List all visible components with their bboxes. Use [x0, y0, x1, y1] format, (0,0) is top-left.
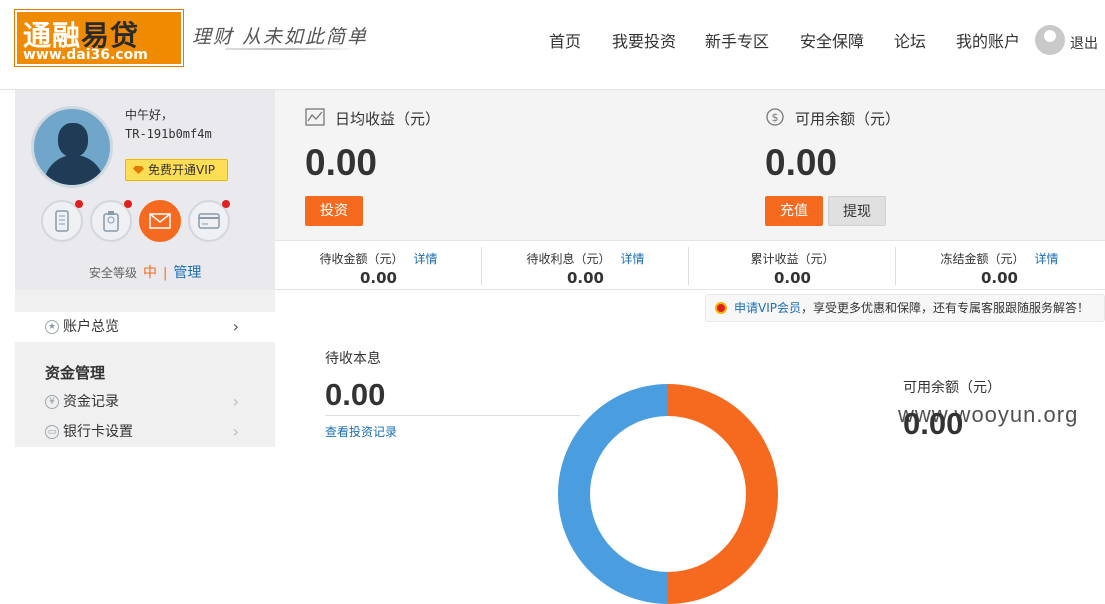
dollar-icon: $	[766, 108, 784, 126]
alert-dot	[75, 200, 83, 208]
credit-card-icon	[198, 213, 220, 229]
nav-forum[interactable]: 论坛	[894, 28, 926, 52]
bank-card-button[interactable]	[188, 200, 230, 242]
stat-value: 0.00	[773, 269, 811, 287]
greeting: 中午好，	[125, 108, 174, 122]
star-icon: ★	[45, 320, 59, 334]
sidebar-item-overview[interactable]: ★ 账户总览 ›	[15, 312, 275, 342]
slogan-underline	[225, 48, 355, 50]
vip-button-label: 免费开通VIP	[148, 163, 215, 177]
stat-pending-amount: 待收金额（元） 详情 0.00	[275, 241, 482, 291]
chevron-right-icon: ›	[232, 422, 239, 441]
balance-title: 可用余额（元）	[795, 110, 901, 128]
sidebar-item-bank-card[interactable]: ▭ 银行卡设置 ›	[15, 419, 275, 445]
stat-label: 累计收益（元）	[750, 252, 835, 266]
principal-title: 待收本息	[325, 351, 381, 367]
sidebar-item-label: 银行卡设置	[63, 424, 133, 440]
sidebar-item-label: 账户总览	[63, 319, 119, 335]
mail-icon	[149, 213, 171, 229]
nav-newbie[interactable]: 新手专区	[705, 28, 769, 52]
slogan: 理财 从未如此简单	[192, 26, 369, 48]
top-header: 通融易贷 www.dai36.com 理财 从未如此简单 首页 我要投资 新手专…	[0, 0, 1105, 90]
avatar[interactable]	[31, 106, 113, 188]
stat-label: 待收利息（元）	[526, 252, 611, 266]
id-verify-button[interactable]	[90, 200, 132, 242]
username: TR-191b0mf4m	[125, 127, 212, 141]
chevron-right-icon: ›	[232, 317, 239, 336]
details-link[interactable]: 详情	[621, 252, 645, 266]
watermark: www.wooyun.org	[898, 402, 1079, 427]
balance-value: 0.00	[765, 142, 838, 183]
alert-dot	[222, 200, 230, 208]
vip-promo-text: ，享受更多优惠和保障，还有专属客服跟随服务解答！	[801, 301, 1090, 315]
nav-home[interactable]: 首页	[549, 28, 581, 52]
account-summary: 日均收益（元） 0.00 投资 $ 可用余额（元） 0.00 充值 提现	[275, 90, 1105, 240]
user-avatar-icon[interactable]	[1035, 25, 1065, 55]
details-link[interactable]: 详情	[414, 252, 438, 266]
stat-value: 0.00	[980, 269, 1018, 287]
sidebar-item-fund-records[interactable]: ¥ 资金记录 ›	[15, 389, 275, 415]
sidebar: 中午好， TR-191b0mf4m 免费开通VIP 安全等级中 | 管理 ★ 账户总…	[15, 90, 275, 447]
svg-text:$: $	[772, 111, 779, 124]
alert-dot	[124, 200, 132, 208]
daily-income-value: 0.00	[305, 142, 378, 183]
sidebar-section-funds: 资金管理	[45, 364, 106, 382]
sidebar-item-label: 资金记录	[63, 394, 119, 410]
stat-frozen-amount: 冻结金额（元） 详情 0.00	[896, 241, 1103, 291]
phone-verify-button[interactable]	[41, 200, 83, 242]
logo-url: www.dai36.com	[23, 47, 148, 63]
email-verify-button[interactable]	[139, 200, 181, 242]
site-logo[interactable]: 通融易贷 www.dai36.com	[14, 9, 184, 67]
security-separator: |	[163, 266, 168, 281]
security-level: 安全等级中 | 管理	[89, 262, 201, 282]
donut-chart	[558, 384, 778, 604]
vip-button[interactable]: 免费开通VIP	[125, 159, 228, 181]
id-card-icon	[103, 211, 119, 232]
yen-icon: ¥	[45, 395, 59, 409]
security-level-value: 中	[143, 265, 158, 281]
principal-value: 0.00	[325, 377, 386, 412]
withdraw-button[interactable]: 提现	[828, 196, 886, 226]
stat-label: 待收金额（元）	[319, 252, 404, 266]
recharge-button[interactable]: 充值	[765, 196, 823, 226]
security-manage-link[interactable]: 管理	[173, 265, 201, 281]
apply-vip-link[interactable]: 申请VIP会员	[734, 301, 801, 315]
vip-promo-bar: 申请VIP会员，享受更多优惠和保障，还有专属客服跟随服务解答！	[705, 294, 1105, 322]
nav-my-account[interactable]: 我的账户	[956, 28, 1020, 52]
invest-button[interactable]: 投资	[305, 196, 363, 226]
stat-value: 0.00	[359, 269, 397, 287]
vip-badge-icon	[715, 302, 727, 314]
stats-row: 待收金额（元） 详情 0.00 待收利息（元） 详情 0.00 累计收益（元） 0.…	[275, 240, 1105, 290]
daily-income-title: 日均收益（元）	[335, 110, 441, 128]
diamond-icon	[133, 166, 144, 174]
card-icon: ▭	[45, 425, 59, 439]
nav-invest[interactable]: 我要投资	[612, 28, 676, 52]
divider	[325, 415, 580, 416]
stat-total-income: 累计收益（元） 0.00	[689, 241, 896, 291]
view-investment-records-link[interactable]: 查看投资记录	[325, 423, 397, 440]
nav-security[interactable]: 安全保障	[800, 28, 864, 52]
stat-pending-interest: 待收利息（元） 详情 0.00	[482, 241, 689, 291]
chart-line-icon	[305, 108, 325, 126]
phone-icon	[55, 210, 69, 232]
chevron-right-icon: ›	[232, 392, 239, 411]
stat-label: 冻结金额（元）	[940, 252, 1025, 266]
principal-section: 待收本息 0.00 查看投资记录 可用余额（元） 0.00	[275, 322, 1105, 604]
security-level-label: 安全等级	[89, 266, 138, 280]
stat-value: 0.00	[566, 269, 604, 287]
available-balance-title: 可用余额（元）	[903, 380, 1001, 396]
details-link[interactable]: 详情	[1035, 252, 1059, 266]
logout-link[interactable]: 退出	[1070, 33, 1098, 53]
user-card: 中午好， TR-191b0mf4m 免费开通VIP 安全等级中 | 管理	[15, 90, 275, 290]
